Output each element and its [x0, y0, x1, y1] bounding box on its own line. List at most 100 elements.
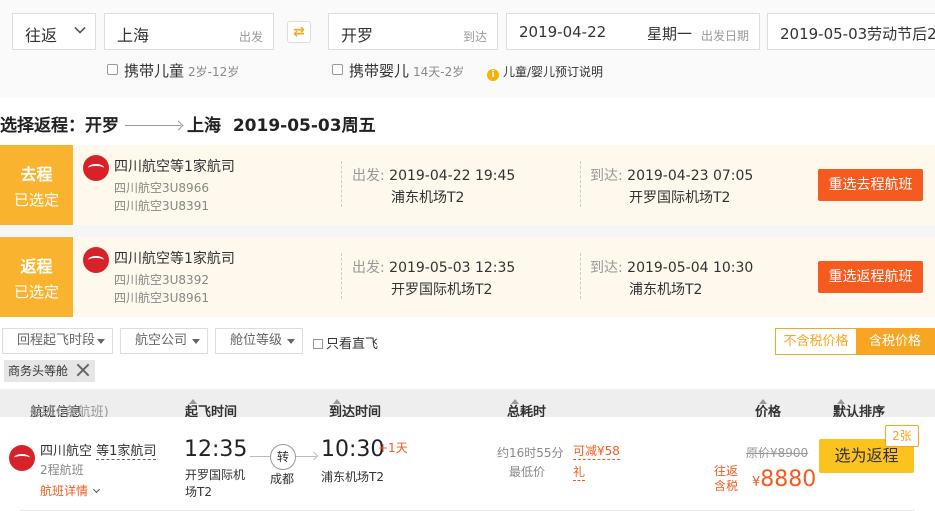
title-origin: 选择返程：开罗 — [0, 116, 119, 136]
depart-date-value: 2019-04-22 — [519, 23, 607, 41]
depart-date-input[interactable]: 2019-04-22 星期一 出发日期 — [506, 13, 760, 50]
caret-down-icon — [287, 339, 295, 344]
sichuan-airlines-logo-icon — [83, 247, 109, 273]
sort-departure-time[interactable]: 起飞时间 — [185, 395, 237, 420]
sort-arrival-time[interactable]: 到达时间 — [329, 395, 381, 420]
row-departure-airport: 开罗国际机场T2 — [185, 468, 246, 499]
outbound-tag: 去程 已选定 — [0, 145, 73, 225]
price-tag-roundtrip: 往返 — [714, 464, 739, 478]
arrival-time: 2019-05-04 10:30 — [627, 260, 754, 276]
infant-age: 14天-2岁 — [413, 65, 465, 79]
outbound-departure-airport: 浦东机场T2 — [391, 190, 465, 206]
page-title: 选择返程：开罗 上海 2019-05-03周五 — [0, 111, 376, 136]
return-date-value: 2019-05-03劳动节后2天 — [780, 25, 935, 43]
chevron-down-icon — [92, 485, 101, 494]
search-bar: 往返 上海 出发 ⇄ 开罗 到达 2019-04-22 星期一 出发日期 201… — [0, 0, 935, 98]
chevron-down-icon — [74, 22, 86, 34]
return-departure: 出发: 2019-05-03 12:35 — [352, 257, 515, 277]
gift-badge[interactable]: 礼 — [573, 463, 586, 481]
reselect-outbound-button[interactable]: 重选去程航班 — [818, 169, 923, 201]
outbound-airline: 四川航空等1家航司 — [114, 159, 235, 175]
divider — [341, 253, 342, 299]
from-city-label: 出发 — [238, 30, 263, 44]
infant-label: 携带婴儿 — [349, 62, 410, 80]
to-city-label: 到达 — [462, 30, 487, 44]
return-flight-2: 四川航空3U8961 — [114, 291, 209, 305]
row-arrival-time: 10:30 — [321, 437, 385, 462]
title-dest: 上海 — [187, 116, 221, 136]
swap-cities-icon[interactable]: ⇄ — [287, 21, 311, 43]
sort-default[interactable]: 默认排序 — [833, 395, 885, 420]
to-city-input[interactable]: 开罗 到达 — [328, 13, 498, 50]
to-city-value: 开罗 — [341, 26, 374, 45]
return-title-row: 选择返程：开罗 上海 2019-05-03周五 — [0, 98, 935, 145]
arrival-label: 到达: — [590, 260, 623, 276]
return-arrival-airport: 浦东机场T2 — [629, 282, 703, 298]
next-day-badge: +1天 — [378, 441, 408, 455]
price-tag: 往返 含税 — [714, 464, 738, 494]
arrow-right-icon — [125, 125, 181, 126]
depart-date-label: 出发日期 — [700, 29, 749, 43]
return-arrival: 到达: 2019-05-04 10:30 — [590, 257, 753, 277]
row-airline-more[interactable]: 等1家航司 — [96, 444, 157, 460]
seats-left-badge: 2张 — [885, 425, 919, 447]
reselect-return-button[interactable]: 重选返程航班 — [818, 261, 923, 293]
trip-type-value: 往返 — [25, 26, 58, 45]
trip-type-select[interactable]: 往返 — [12, 13, 96, 50]
booking-notice-text: 儿童/婴儿预订说明 — [503, 65, 604, 79]
cabin-filter[interactable]: 舱位等级 — [215, 328, 303, 354]
caret-down-icon — [192, 339, 200, 344]
booking-notice-link[interactable]: i 儿童/婴儿预订说明 — [487, 63, 603, 81]
price-incl-tax-tab[interactable]: 含税价格 — [856, 329, 934, 354]
transfer-badge[interactable]: 转 — [270, 444, 296, 470]
close-icon[interactable] — [75, 362, 91, 378]
child-label: 携带儿童 — [124, 62, 185, 80]
direct-only-checkbox[interactable] — [313, 339, 323, 349]
cabin-filter-label: 舱位等级 — [230, 333, 283, 348]
departure-time: 2019-05-03 12:35 — [389, 260, 516, 276]
infant-option[interactable]: 携带婴儿 14天-2岁 — [332, 60, 464, 81]
row-duration: 约16时55分 — [497, 446, 564, 460]
price-mode-toggle: 不含税价格 含税价格 — [775, 328, 935, 355]
return-airline: 四川航空等1家航司 — [114, 251, 235, 267]
outbound-arrival: 到达: 2019-04-23 07:05 — [590, 165, 753, 185]
child-option[interactable]: 携带儿童 2岁-12岁 — [107, 60, 239, 81]
flight-detail-link[interactable]: 航班详情 — [40, 482, 101, 499]
depart-weekday: 星期一 — [647, 25, 693, 43]
row-departure-time: 12:35 — [184, 437, 248, 462]
outbound-flight-2: 四川航空3U8391 — [114, 199, 209, 213]
outbound-selected-panel: 去程 已选定 四川航空等1家航司 四川航空3U8966 四川航空3U8391 出… — [0, 145, 935, 225]
departure-label: 出发: — [352, 168, 385, 184]
outbound-tag-status: 已选定 — [13, 191, 59, 209]
child-checkbox[interactable] — [107, 64, 118, 75]
flight-detail-label: 航班详情 — [40, 484, 89, 498]
sichuan-airlines-logo-icon — [9, 445, 35, 471]
divider — [580, 161, 581, 207]
price-excl-tax-tab[interactable]: 不含税价格 — [776, 329, 856, 354]
return-time-filter[interactable]: 回程起飞时段 — [2, 328, 113, 354]
from-city-value: 上海 — [117, 26, 150, 45]
direct-only-label: 只看直飞 — [326, 337, 379, 352]
airline-filter[interactable]: 航空公司 — [120, 328, 208, 354]
from-city-input[interactable]: 上海 出发 — [104, 13, 274, 50]
return-date-input[interactable]: 2019-05-03劳动节后2天 — [767, 13, 935, 50]
sichuan-airlines-logo-icon — [83, 155, 109, 181]
departure-label: 出发: — [352, 260, 385, 276]
return-departure-airport: 开罗国际机场T2 — [391, 282, 493, 298]
arrival-label: 到达: — [590, 168, 623, 184]
return-selected-panel: 返程 已选定 四川航空等1家航司 四川航空3U8392 四川航空3U8961 出… — [0, 237, 935, 317]
departure-time: 2019-04-22 19:45 — [389, 168, 516, 184]
return-tag-status: 已选定 — [13, 283, 59, 301]
caret-down-icon — [97, 339, 105, 344]
divider — [580, 253, 581, 299]
info-icon: i — [487, 69, 499, 81]
direct-only-option[interactable]: 只看直飞 — [313, 333, 378, 352]
return-flight-1: 四川航空3U8392 — [114, 273, 209, 287]
sort-duration[interactable]: 总耗时 — [507, 395, 546, 420]
sort-price[interactable]: 价格 — [755, 395, 781, 420]
transfer-city: 成都 — [270, 472, 295, 486]
infant-checkbox[interactable] — [332, 64, 343, 75]
flight-list-header: 航班信息 (共16条航班) 起飞时间 到达时间 总耗时 价格 默认排序 — [0, 389, 935, 420]
divider — [341, 161, 342, 207]
discount-badge[interactable]: 可减¥58 — [573, 442, 620, 460]
